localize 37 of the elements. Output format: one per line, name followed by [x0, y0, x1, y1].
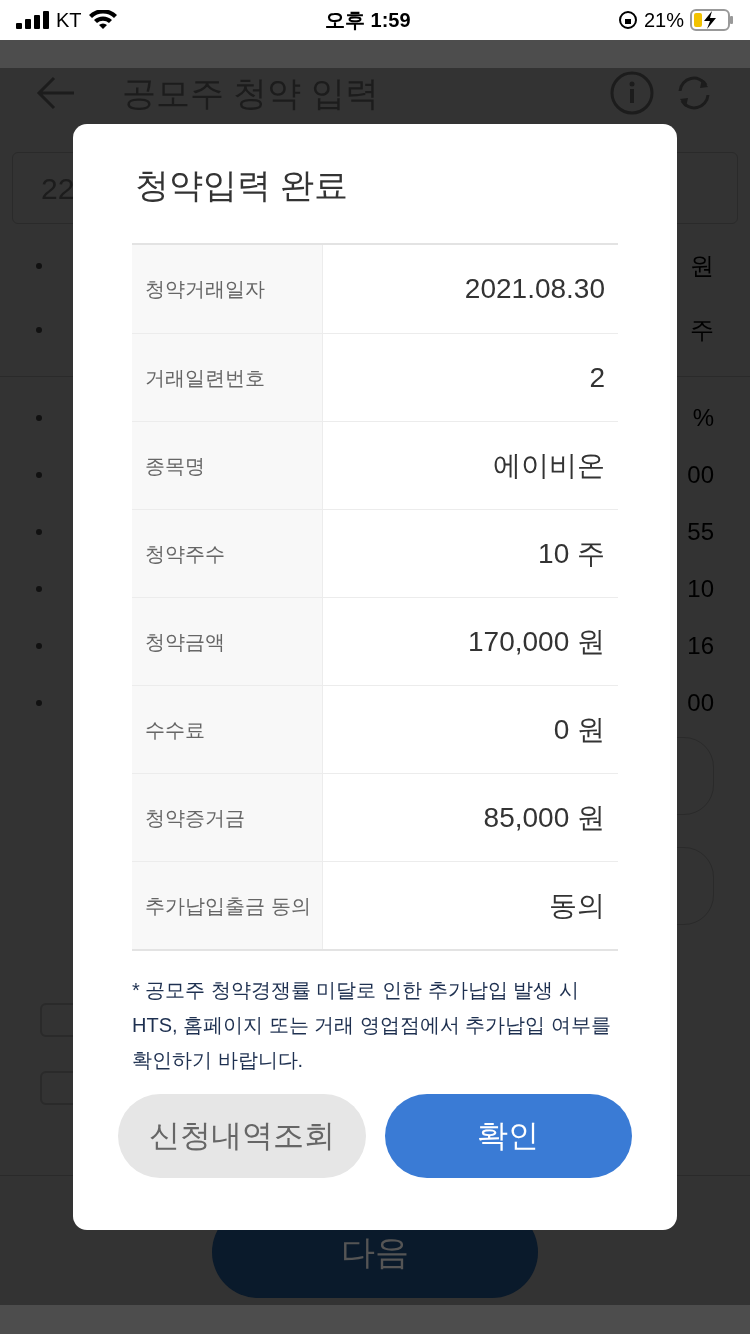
- table-header-cell: 추가납입출금 동의: [132, 862, 323, 949]
- row-value: %: [692, 402, 715, 433]
- table-header-cell: 청약금액: [132, 598, 323, 685]
- bullet-icon: [36, 263, 42, 269]
- info-icon[interactable]: [610, 71, 654, 115]
- table-header-cell: 종목명: [132, 422, 323, 509]
- table-header-cell: 수수료: [132, 686, 323, 773]
- bullet-icon: [36, 327, 42, 333]
- table-cell-text: 에이비온: [492, 448, 606, 483]
- table-cell-text: 0 원: [552, 712, 606, 747]
- bullet-icon: [36, 642, 42, 649]
- signal-icon: [16, 11, 50, 29]
- dialog-title: 청약입력 완료: [134, 165, 350, 206]
- bullet-icon: [36, 528, 42, 535]
- table-header-cell: 거래일련번호: [132, 334, 323, 421]
- carrier-text: KT: [56, 8, 82, 33]
- table-cell-text: 2: [588, 360, 606, 395]
- bullet-icon: [36, 585, 42, 592]
- notice-text: * 공모주 청약경쟁률 미달로 인한 추가납입 발생 시 HTS, 홈페이지 또는 거래 영업점에서 추가납입 여부를 확인하기 바랍니다.: [132, 978, 612, 1073]
- bullet-icon: [36, 471, 42, 478]
- history-button[interactable]: 신청내역조회: [118, 1094, 366, 1178]
- table-cell-text: 2021.08.30: [463, 272, 606, 306]
- table-header-cell: 청약거래일자: [132, 245, 323, 333]
- confirm-button[interactable]: 확인: [384, 1094, 632, 1178]
- battery-charging-icon: [690, 9, 734, 31]
- table-cell-text: 85,000 원: [482, 800, 606, 835]
- table-header-cell: 청약주수: [132, 510, 323, 597]
- battery-text: 21%: [643, 8, 684, 33]
- table-cell-text: 동의: [548, 888, 606, 923]
- table-header-cell: 청약증거금: [132, 774, 323, 861]
- table-cell-text: 10 주: [537, 536, 606, 571]
- bullet-icon: [36, 414, 42, 421]
- rotation-lock-icon: [617, 10, 638, 30]
- clock-text: 오후 1:59: [324, 8, 411, 33]
- bullet-icon: [36, 699, 42, 706]
- wifi-icon: [87, 10, 118, 30]
- table-cell-text: 170,000 원: [467, 624, 606, 659]
